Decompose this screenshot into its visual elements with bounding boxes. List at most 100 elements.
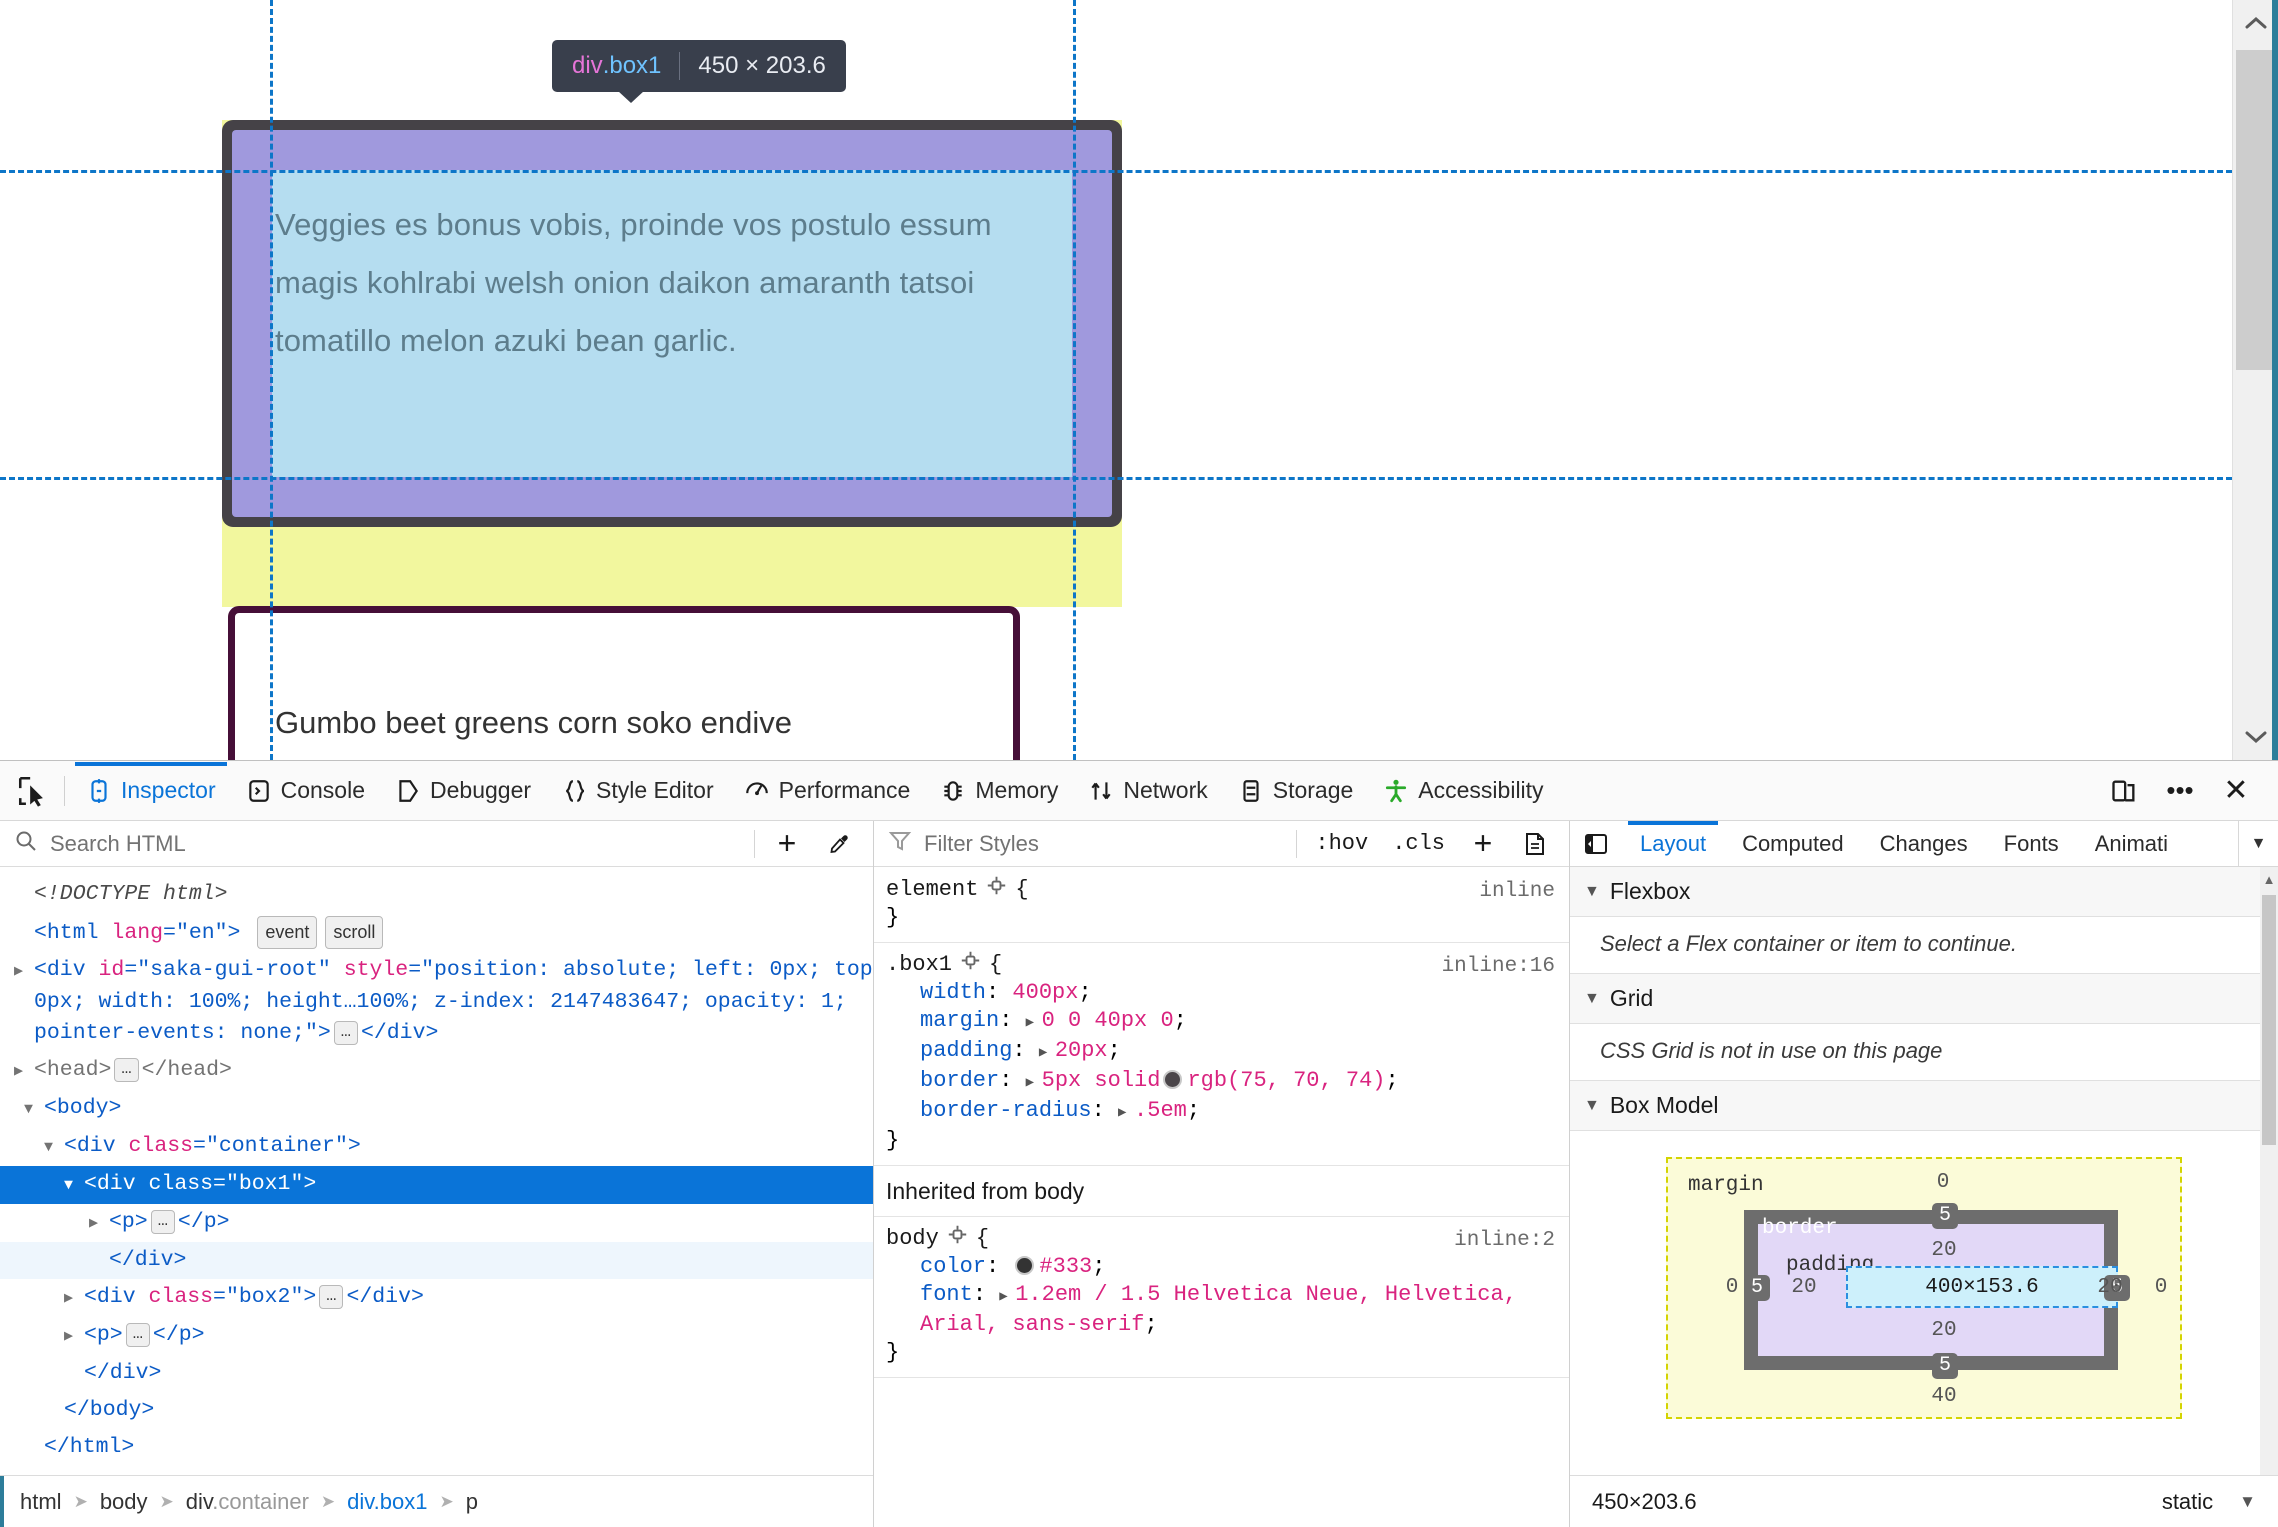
tab-debugger[interactable]: Debugger bbox=[380, 762, 546, 820]
declaration-color[interactable]: color: #333; bbox=[886, 1253, 1569, 1281]
badge-event[interactable]: event bbox=[257, 916, 318, 949]
tab-console[interactable]: Console bbox=[231, 762, 380, 820]
tree-row-head[interactable]: <head>…</head> bbox=[0, 1052, 873, 1090]
declaration-value[interactable]: 0 0 40px 0 bbox=[1042, 1008, 1174, 1033]
tab-layout[interactable]: Layout bbox=[1622, 821, 1724, 866]
declaration-value-prefix[interactable]: 5px solid bbox=[1042, 1068, 1161, 1093]
tab-changes[interactable]: Changes bbox=[1862, 821, 1986, 866]
breadcrumb-item-div-box1[interactable]: div.box1 bbox=[347, 1489, 427, 1515]
section-header-flexbox[interactable]: ▼ Flexbox bbox=[1570, 867, 2278, 917]
expand-ellipsis[interactable]: … bbox=[125, 1323, 150, 1347]
search-input[interactable]: Search HTML bbox=[50, 831, 186, 857]
tab-fonts[interactable]: Fonts bbox=[1986, 821, 2077, 866]
pseudo-class-button[interactable]: :hov bbox=[1309, 831, 1374, 856]
close-icon[interactable]: ✕ bbox=[2208, 765, 2264, 817]
expand-arrow-icon[interactable]: ▶ bbox=[1039, 1039, 1055, 1067]
expand-arrow-icon[interactable]: ▶ bbox=[999, 1283, 1015, 1311]
expand-ellipsis[interactable]: … bbox=[114, 1058, 139, 1082]
expand-ellipsis[interactable]: … bbox=[150, 1210, 175, 1234]
declaration-padding[interactable]: padding: ▶ 20px; bbox=[886, 1037, 1569, 1067]
section-header-box-model[interactable]: ▼ Box Model bbox=[1570, 1081, 2278, 1131]
border-left-value[interactable]: 5 bbox=[1744, 1275, 1771, 1301]
tree-row-div-box1-close[interactable]: </div> bbox=[0, 1242, 873, 1279]
box-model-diagram[interactable]: margin border padding 400×153.6 0 40 0 0… bbox=[1666, 1157, 2182, 1419]
declaration-value-color[interactable]: rgb(75, 70, 74) bbox=[1187, 1068, 1385, 1093]
chevron-down-icon[interactable]: ▼ bbox=[2239, 1492, 2256, 1512]
declaration-value[interactable]: #333 bbox=[1039, 1254, 1092, 1279]
breadcrumb-item-div-container[interactable]: div.container bbox=[186, 1489, 309, 1515]
expand-arrow-icon[interactable]: ▶ bbox=[1026, 1009, 1042, 1037]
tab-performance[interactable]: Performance bbox=[729, 762, 926, 820]
rules-list[interactable]: element { } inline .box1 {inline:16 wid… bbox=[874, 868, 1569, 1527]
tree-row-div-box2[interactable]: <div class="box2">…</div> bbox=[0, 1279, 873, 1317]
element-picker-icon[interactable] bbox=[10, 769, 56, 813]
add-rule-button[interactable]: + bbox=[1463, 824, 1503, 864]
expand-arrow-icon[interactable]: ▶ bbox=[1118, 1099, 1134, 1127]
toggle-sidebar-icon[interactable] bbox=[1570, 821, 1622, 866]
expand-ellipsis[interactable]: … bbox=[319, 1285, 344, 1309]
tree-row-p-in-box1[interactable]: <p>…</p> bbox=[0, 1204, 873, 1242]
declaration-value[interactable]: .5em bbox=[1134, 1098, 1187, 1123]
padding-bottom-value[interactable]: 20 bbox=[1924, 1319, 1964, 1342]
print-styles-button[interactable] bbox=[1515, 824, 1555, 864]
tab-inspector[interactable]: Inspector bbox=[71, 761, 231, 820]
rule-selector[interactable]: .box1 bbox=[886, 951, 952, 979]
tab-memory[interactable]: Memory bbox=[925, 762, 1073, 820]
color-swatch[interactable] bbox=[1015, 1256, 1035, 1275]
rule-box1[interactable]: .box1 { inline:16 width: 400px; margin: … bbox=[874, 943, 1569, 1166]
layout-scrollbar[interactable]: ▲ bbox=[2260, 867, 2278, 1475]
responsive-design-mode-icon[interactable] bbox=[2096, 765, 2152, 817]
scroll-thumb[interactable] bbox=[2262, 895, 2276, 1145]
padding-left-value[interactable]: 20 bbox=[1784, 1276, 1824, 1299]
breadcrumb-item-body[interactable]: body bbox=[100, 1489, 148, 1515]
tree-row-div-container-close[interactable]: </div> bbox=[0, 1355, 873, 1392]
more-options-icon[interactable]: ••• bbox=[2152, 765, 2208, 817]
tree-row-div-box1[interactable]: <div class="box1"> bbox=[0, 1166, 873, 1204]
rule-source[interactable]: inline bbox=[1479, 878, 1555, 906]
tab-network[interactable]: Network bbox=[1073, 762, 1222, 820]
eyedropper-button[interactable] bbox=[819, 824, 859, 864]
declaration-value[interactable]: 20px bbox=[1055, 1038, 1108, 1063]
box-model-content-box[interactable]: 400×153.6 bbox=[1846, 1266, 2118, 1308]
tabs-overflow-chevron-icon[interactable]: ▼ bbox=[2238, 821, 2278, 866]
margin-top-value[interactable]: 0 bbox=[1931, 1171, 1955, 1194]
rule-selector[interactable]: body bbox=[886, 1225, 939, 1253]
tab-style-editor[interactable]: Style Editor bbox=[546, 762, 729, 820]
badge-scroll[interactable]: scroll bbox=[325, 916, 384, 949]
tab-animations[interactable]: Animati bbox=[2077, 821, 2186, 866]
margin-left-value[interactable]: 0 bbox=[1720, 1276, 1744, 1299]
padding-right-value[interactable]: 20 bbox=[2090, 1276, 2130, 1299]
scroll-thumb[interactable] bbox=[2236, 50, 2276, 370]
expand-arrow-icon[interactable]: ▶ bbox=[1026, 1069, 1042, 1097]
select-element-icon[interactable] bbox=[987, 876, 1006, 904]
scroll-up-arrow-icon[interactable]: ▲ bbox=[2260, 867, 2278, 891]
section-header-grid[interactable]: ▼ Grid bbox=[1570, 974, 2278, 1024]
declaration-margin[interactable]: margin: ▶ 0 0 40px 0; bbox=[886, 1007, 1569, 1037]
rule-element[interactable]: element { } inline bbox=[874, 868, 1569, 943]
padding-top-value[interactable]: 20 bbox=[1924, 1239, 1964, 1262]
breadcrumb-item-html[interactable]: html bbox=[20, 1489, 62, 1515]
tree-row-body-close[interactable]: </body> bbox=[0, 1392, 873, 1429]
color-swatch[interactable] bbox=[1163, 1070, 1183, 1089]
tree-row-div-container[interactable]: <div class="container"> bbox=[0, 1128, 873, 1166]
filter-styles-input[interactable]: Filter Styles bbox=[924, 831, 1039, 857]
tab-accessibility[interactable]: Accessibility bbox=[1368, 762, 1558, 820]
rule-selector[interactable]: element bbox=[886, 876, 978, 904]
declaration-border-radius[interactable]: border-radius: ▶ .5em; bbox=[886, 1097, 1569, 1127]
border-bottom-value[interactable]: 5 bbox=[1932, 1353, 1959, 1379]
declaration-font[interactable]: font: ▶ 1.2em / 1.5 Helvetica Neue, Helve… bbox=[886, 1281, 1569, 1339]
select-element-icon[interactable] bbox=[948, 1225, 967, 1253]
markup-tree[interactable]: <!DOCTYPE html> <html lang="en"> event sc… bbox=[0, 868, 873, 1475]
select-element-icon[interactable] bbox=[961, 951, 980, 979]
margin-bottom-value[interactable]: 40 bbox=[1924, 1385, 1964, 1408]
rule-body[interactable]: body { inline:2 color: #333; font: ▶ 1.2e… bbox=[874, 1217, 1569, 1378]
tab-storage[interactable]: Storage bbox=[1223, 762, 1369, 820]
class-panel-button[interactable]: .cls bbox=[1386, 831, 1451, 856]
border-top-value[interactable]: 5 bbox=[1932, 1203, 1959, 1229]
declaration-value[interactable]: 400px bbox=[1012, 980, 1078, 1005]
declaration-width[interactable]: width: 400px; bbox=[886, 979, 1569, 1007]
declaration-border[interactable]: border: ▶ 5px solid rgb(75, 70, 74); bbox=[886, 1067, 1569, 1097]
margin-right-value[interactable]: 0 bbox=[2149, 1276, 2173, 1299]
tree-row-saka-gui-root[interactable]: <div id="saka-gui-root" style="position:… bbox=[0, 952, 873, 1052]
tree-row-html[interactable]: <html lang="en"> event scroll bbox=[0, 913, 873, 952]
